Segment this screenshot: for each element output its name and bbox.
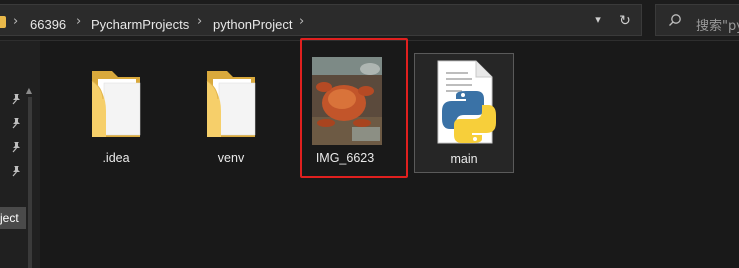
- folder-icon: [0, 16, 6, 28]
- search-input[interactable]: 搜索"py: [696, 15, 739, 34]
- pin-icon: [12, 166, 20, 177]
- python-file-icon: [437, 60, 496, 144]
- breadcrumb-item[interactable]: pythonProject: [213, 17, 293, 32]
- nav-scrollbar[interactable]: [28, 97, 32, 268]
- breadcrumb-separator[interactable]: ›: [197, 14, 202, 29]
- pin-icon: [12, 94, 20, 105]
- file-item-python[interactable]: main: [414, 53, 514, 173]
- nav-item-label: ject: [0, 211, 19, 225]
- file-name: .idea: [102, 151, 130, 165]
- navigation-pane: ▲ ject: [0, 41, 40, 268]
- file-name: venv: [217, 151, 245, 165]
- folder-icon: [206, 71, 256, 137]
- address-bar[interactable]: › 66396 › PycharmProjects › pythonProjec…: [0, 4, 642, 36]
- highlight-box: [300, 38, 408, 178]
- breadcrumb-separator[interactable]: ›: [76, 14, 81, 29]
- chevron-down-icon[interactable]: ▾: [590, 12, 606, 28]
- search-icon: [669, 14, 681, 26]
- pin-icon: [12, 118, 20, 129]
- pin-icon: [12, 142, 20, 153]
- scroll-up-icon[interactable]: ▲: [24, 87, 34, 95]
- file-grid: .idea venv IMG_6623 main: [41, 38, 739, 268]
- file-item-venv[interactable]: venv: [181, 53, 281, 173]
- top-bar: › 66396 › PycharmProjects › pythonProjec…: [0, 0, 739, 40]
- breadcrumb-separator[interactable]: ›: [13, 14, 18, 29]
- refresh-icon[interactable]: ↻: [616, 12, 634, 30]
- search-box[interactable]: 搜索"py: [655, 4, 739, 36]
- nav-item-selected[interactable]: ject: [0, 207, 26, 229]
- breadcrumb-item[interactable]: PycharmProjects: [91, 17, 189, 32]
- file-item-idea[interactable]: .idea: [66, 53, 166, 173]
- breadcrumb-item[interactable]: 66396: [30, 17, 66, 32]
- file-name: main: [450, 152, 478, 166]
- folder-icon: [91, 71, 141, 137]
- breadcrumb-separator[interactable]: ›: [299, 14, 304, 29]
